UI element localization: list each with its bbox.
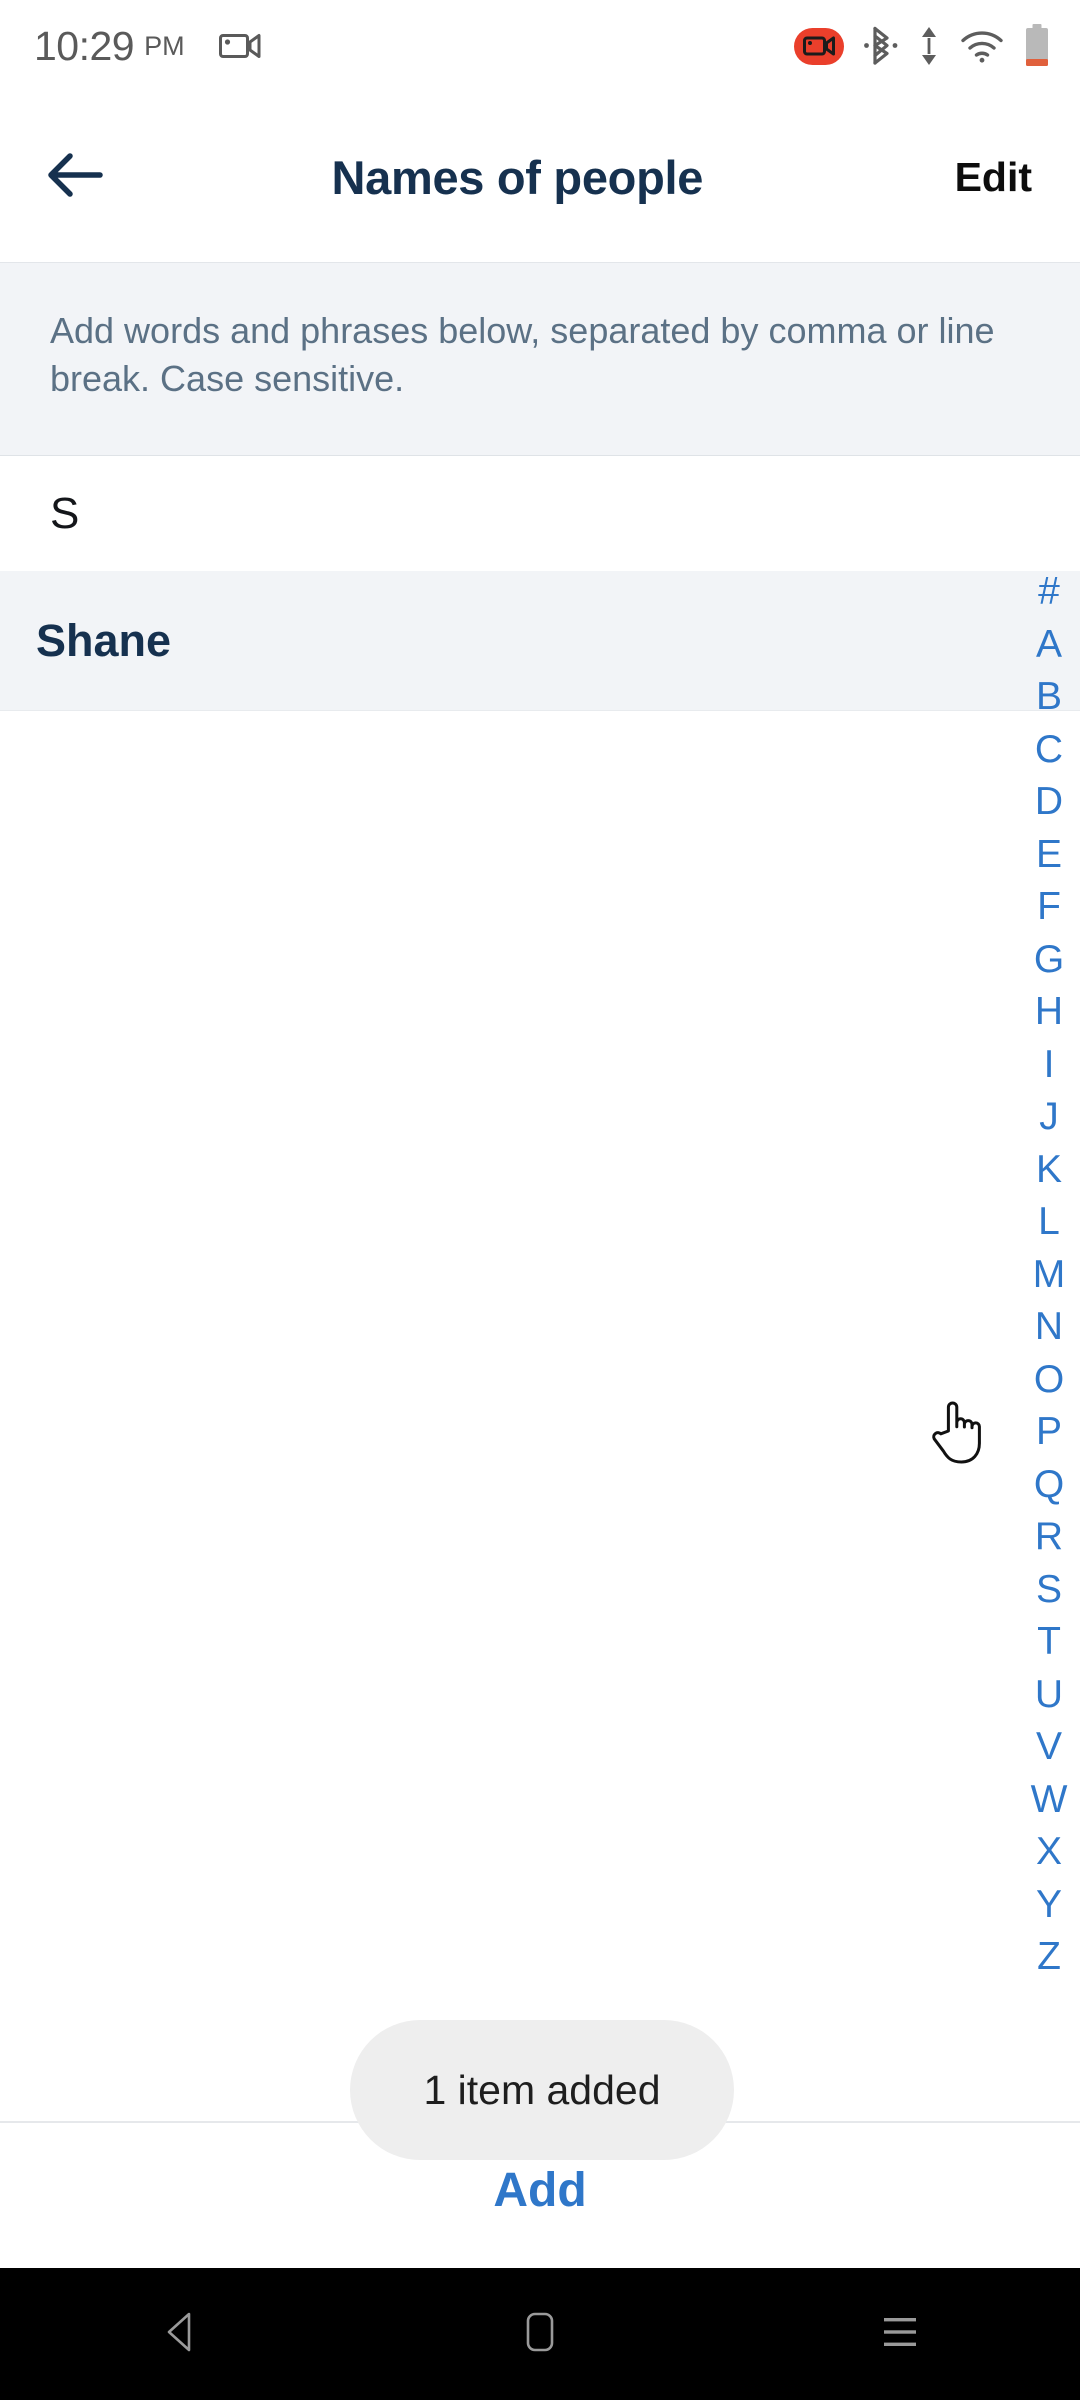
alpha-index-letter[interactable]: K: [1018, 1144, 1080, 1197]
status-bar: 10:29 PM: [0, 0, 1080, 92]
alpha-index-letter[interactable]: D: [1018, 776, 1080, 829]
edit-button[interactable]: Edit: [925, 154, 1080, 201]
list-item[interactable]: Shane: [0, 571, 1080, 711]
status-bar-right: [794, 24, 1050, 68]
alpha-index-letter[interactable]: P: [1018, 1406, 1080, 1459]
alpha-index-letter[interactable]: F: [1018, 881, 1080, 934]
alpha-index-letter[interactable]: S: [1018, 1564, 1080, 1617]
nav-recents-button[interactable]: [800, 2268, 1000, 2400]
rounded-square-home-icon: [523, 2310, 557, 2359]
alpha-index-letter[interactable]: Y: [1018, 1879, 1080, 1932]
alpha-index-letter[interactable]: A: [1018, 619, 1080, 672]
alpha-index-letter[interactable]: H: [1018, 986, 1080, 1039]
alpha-index-letter[interactable]: C: [1018, 724, 1080, 777]
section-header-s: S: [0, 456, 1080, 571]
alpha-index-letter[interactable]: M: [1018, 1249, 1080, 1302]
video-camera-icon: [218, 31, 261, 61]
wifi-icon: [960, 29, 1004, 63]
alpha-index-letter[interactable]: T: [1018, 1616, 1080, 1669]
nav-back-button[interactable]: [80, 2268, 280, 2400]
android-nav-bar: [0, 2268, 1080, 2400]
alpha-index-letter[interactable]: J: [1018, 1091, 1080, 1144]
app-header: Names of people Edit: [0, 92, 1080, 262]
info-banner-text: Add words and phrases below, separated b…: [50, 310, 995, 399]
alpha-index-letter[interactable]: #: [1018, 566, 1080, 619]
alpha-index-letter[interactable]: B: [1018, 671, 1080, 724]
status-bar-ampm: PM: [144, 30, 185, 61]
alpha-index-letter[interactable]: I: [1018, 1039, 1080, 1092]
alpha-index-letter[interactable]: W: [1018, 1774, 1080, 1827]
alpha-index-letter[interactable]: V: [1018, 1721, 1080, 1774]
triangle-back-icon: [160, 2310, 200, 2359]
video-record-badge-icon: [794, 27, 844, 65]
arrow-left-icon: [46, 150, 104, 205]
status-bar-left: 10:29 PM: [34, 22, 261, 69]
page-title: Names of people: [331, 150, 704, 204]
alpha-index-letter[interactable]: U: [1018, 1669, 1080, 1722]
alpha-index-letter[interactable]: Q: [1018, 1459, 1080, 1512]
alpha-index-letter[interactable]: G: [1018, 934, 1080, 987]
bluetooth-icon: [864, 26, 898, 66]
toast-notification: 1 item added: [350, 2020, 734, 2160]
info-banner: Add words and phrases below, separated b…: [0, 262, 1080, 456]
battery-low-icon: [1024, 24, 1050, 68]
nav-home-button[interactable]: [440, 2268, 640, 2400]
alpha-index-letter[interactable]: L: [1018, 1196, 1080, 1249]
phone-screen: 10:29 PM Names of people Edit Add words …: [0, 0, 1080, 2400]
alpha-index-letter[interactable]: Z: [1018, 1931, 1080, 1984]
hamburger-recents-icon: [878, 2312, 922, 2357]
data-transfer-arrows-icon: [918, 26, 940, 66]
alpha-index-letter[interactable]: E: [1018, 829, 1080, 882]
alpha-index-letter[interactable]: X: [1018, 1826, 1080, 1879]
alphabet-index-scrubber[interactable]: # A B C D E F G H I J K L M N O P Q R S …: [1018, 566, 1080, 1984]
word-list: S Shane: [0, 456, 1080, 2122]
status-bar-clock: 10:29: [34, 22, 135, 69]
list-item-label: Shane: [36, 614, 172, 666]
alpha-index-letter[interactable]: N: [1018, 1301, 1080, 1354]
alpha-index-letter[interactable]: R: [1018, 1511, 1080, 1564]
alpha-index-letter[interactable]: O: [1018, 1354, 1080, 1407]
